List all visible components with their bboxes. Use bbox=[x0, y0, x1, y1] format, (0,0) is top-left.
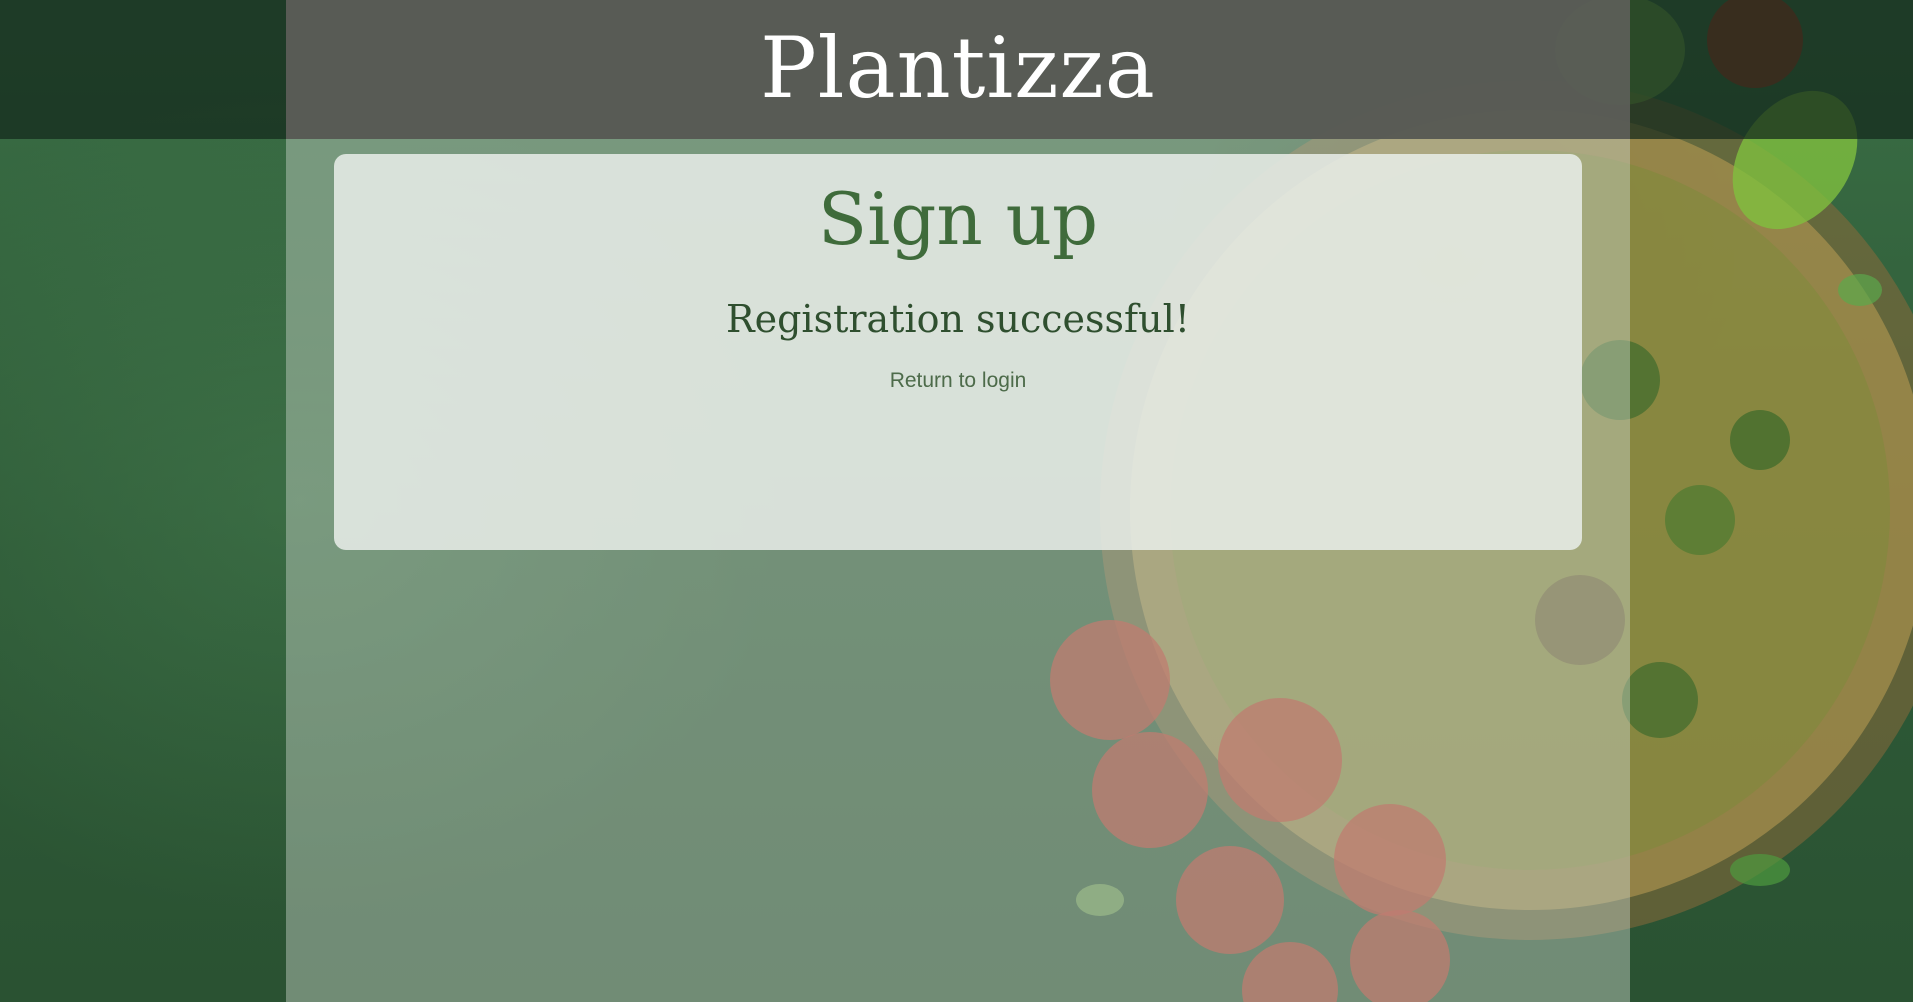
brand-title: Plantizza bbox=[760, 19, 1156, 117]
return-to-login-link[interactable]: Return to login bbox=[334, 366, 1582, 396]
success-message: Registration successful! bbox=[725, 297, 1190, 341]
signup-card: Sign up Registration successful! Return … bbox=[334, 154, 1582, 550]
card-title: Sign up bbox=[817, 177, 1099, 261]
